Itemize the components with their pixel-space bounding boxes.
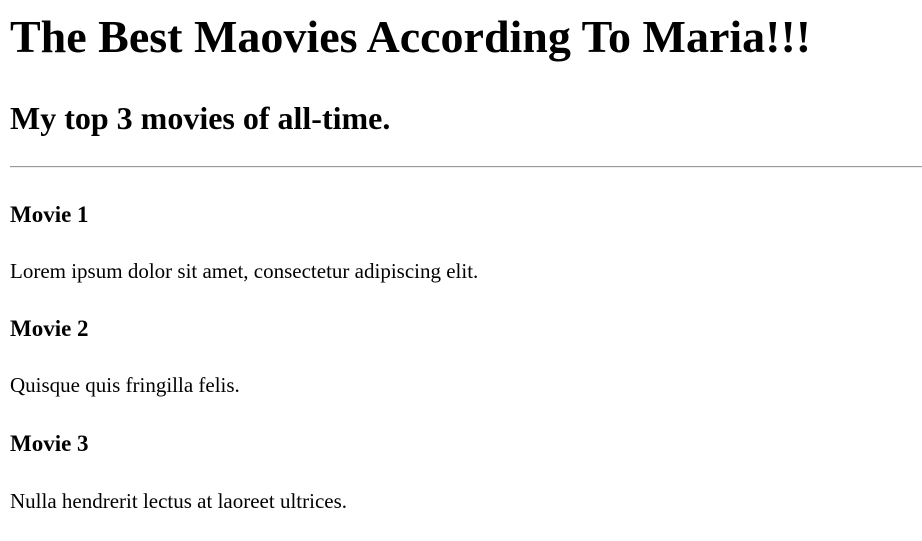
movie-1-heading: Movie 1: [10, 202, 89, 227]
page-title: The Best Maovies According To Maria!!!: [10, 11, 812, 62]
movie-3-heading: Movie 3: [10, 431, 89, 456]
page-subtitle: My top 3 movies of all-time.: [10, 100, 391, 136]
movie-2-heading: Movie 2: [10, 316, 89, 341]
movie-1-description: Lorem ipsum dolor sit amet, consectetur …: [10, 259, 479, 283]
divider: [10, 166, 922, 168]
movie-3-description: Nulla hendrerit lectus at laoreet ultric…: [10, 489, 348, 513]
movie-2-description: Quisque quis fringilla felis.: [10, 373, 240, 397]
